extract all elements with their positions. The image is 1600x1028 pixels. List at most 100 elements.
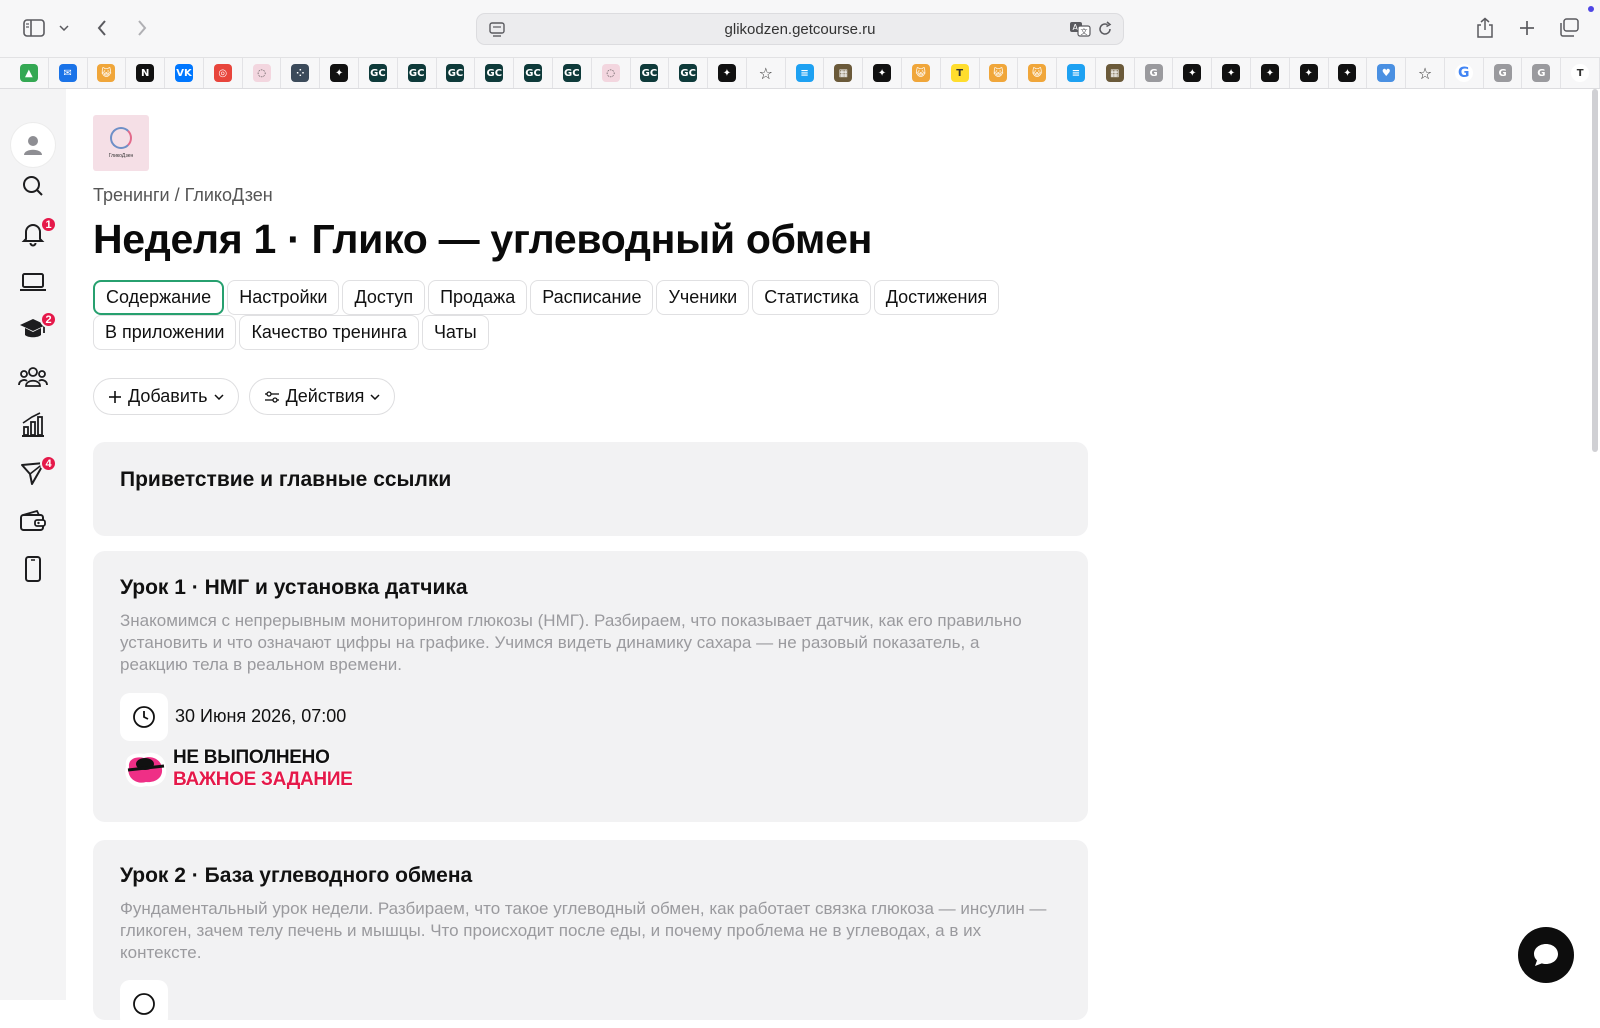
reload-icon[interactable]	[1097, 21, 1113, 42]
lesson-title[interactable]: Урок 1 · НМГ и установка датчика	[120, 576, 468, 600]
tab-item[interactable]: Ученики	[656, 280, 750, 315]
chevron-down-icon	[214, 393, 224, 400]
notification-badge: 1	[40, 216, 57, 233]
chat-button[interactable]	[1518, 927, 1574, 983]
lesson-card[interactable]: Урок 2 · База углеводного обмена Фундаме…	[93, 840, 1088, 1028]
bookmark-item[interactable]: ▦	[1096, 58, 1135, 88]
tab-item[interactable]: Содержание	[93, 280, 225, 315]
bookmark-item[interactable]: ☆	[747, 58, 786, 88]
lesson-title[interactable]: Урок 2 · База углеводного обмена	[120, 864, 472, 888]
add-button[interactable]: Добавить	[93, 378, 239, 415]
lesson-card-welcome[interactable]: Приветствие и главные ссылки	[93, 442, 1088, 536]
avatar[interactable]	[11, 123, 55, 167]
bookmark-item[interactable]: ☆	[1406, 58, 1445, 88]
bookmark-item[interactable]: N	[126, 58, 166, 88]
sidebar-item-search[interactable]	[13, 168, 53, 208]
bookmark-item[interactable]: ◎	[204, 58, 243, 88]
bookmarks-bar: ▲ ✉ 😺 N VK ◎ ◌ ⁘ ✦ GC GC GC GC GC GC ◌ GC GC ✦ ☆ ≡ ▦ ✦ 😺 T 😺 😺 ≡ ▦ G ✦…	[0, 57, 1600, 89]
share-icon[interactable]	[1475, 14, 1495, 42]
bookmark-item[interactable]: GC	[514, 58, 553, 88]
bookmark-item[interactable]: ⁘	[281, 58, 321, 88]
back-icon[interactable]	[94, 14, 110, 42]
school-logo[interactable]: ГликоДзен	[93, 115, 149, 171]
svg-text:文: 文	[1081, 27, 1088, 36]
sidebar-item-bell[interactable]: 1	[13, 216, 57, 256]
bookmark-item[interactable]: ▲	[10, 58, 49, 88]
bookmark-item[interactable]: GC	[359, 58, 398, 88]
bookmark-item[interactable]: ✦	[708, 58, 747, 88]
bookmark-item[interactable]: G	[1135, 58, 1174, 88]
tab-item[interactable]: Настройки	[227, 280, 340, 315]
new-tab-icon[interactable]	[1517, 14, 1537, 42]
tab-item[interactable]: Расписание	[530, 280, 654, 315]
bookmark-item[interactable]: VK	[165, 58, 204, 88]
bookmark-item[interactable]: ▦	[824, 58, 864, 88]
bookmark-item[interactable]: GC	[669, 58, 709, 88]
address-bar[interactable]: glikodzen.getcourse.ru A文	[476, 13, 1124, 45]
tab-item[interactable]: Продажа	[428, 280, 528, 315]
tab-item[interactable]: В приложении	[93, 315, 237, 350]
getcourse-icon: GC	[407, 64, 426, 82]
breadcrumb-root[interactable]: Тренинги	[93, 185, 170, 205]
sidebar-toggle-icon[interactable]	[22, 14, 46, 42]
bookmark-item[interactable]: ✉	[49, 58, 88, 88]
bookmark-item[interactable]: GC	[475, 58, 515, 88]
bookmark-item[interactable]: ✦	[1329, 58, 1368, 88]
tab-item[interactable]: Доступ	[342, 280, 426, 315]
bookmark-item[interactable]: GC	[631, 58, 670, 88]
bookmark-item[interactable]: T	[941, 58, 980, 88]
translate-icon[interactable]: A文	[1069, 21, 1091, 42]
lesson-title[interactable]: Приветствие и главные ссылки	[120, 468, 451, 492]
bookmark-item[interactable]: G	[1484, 58, 1523, 88]
notion-icon: N	[136, 64, 155, 82]
bookmark-item[interactable]: G	[1522, 58, 1562, 88]
bookmark-item[interactable]: G	[1445, 58, 1484, 88]
scrollbar[interactable]	[1592, 89, 1598, 452]
sidebar-item-graduation-cap[interactable]: 2	[13, 311, 57, 351]
site-settings-icon[interactable]	[489, 22, 505, 43]
tab-item[interactable]: Статистика	[752, 280, 871, 315]
bookmark-item[interactable]: ✦	[1173, 58, 1213, 88]
wallet-icon	[19, 509, 47, 537]
bookmark-item[interactable]: ✦	[1290, 58, 1329, 88]
url-text: glikodzen.getcourse.ru	[724, 20, 876, 38]
bookmark-item[interactable]: GC	[398, 58, 437, 88]
sidebar-item-laptop[interactable]	[13, 264, 53, 304]
heart-icon: ♥	[1377, 64, 1396, 82]
sparkle-icon: ✦	[1299, 64, 1318, 82]
bookmark-item[interactable]: ≡	[1057, 58, 1096, 88]
chevron-down-icon[interactable]	[58, 14, 70, 42]
sidebar-item-phone[interactable]	[13, 551, 53, 591]
lesson-description: Знакомимся с непрерывным мониторингом гл…	[120, 611, 1022, 674]
tab-item[interactable]: Качество тренинга	[239, 315, 419, 350]
bookmark-item[interactable]: ◌	[592, 58, 631, 88]
bookmark-item[interactable]: ✦	[863, 58, 902, 88]
bookmark-item[interactable]: ♥	[1367, 58, 1407, 88]
g-icon: G	[1144, 64, 1163, 82]
breadcrumb-current[interactable]: ГликоДзен	[185, 185, 273, 205]
sidebar-item-chart[interactable]	[13, 407, 53, 447]
tab-item[interactable]: Достижения	[873, 280, 1000, 315]
bookmark-item[interactable]: ✦	[1251, 58, 1290, 88]
bookmark-item[interactable]: 😺	[902, 58, 941, 88]
tab-item[interactable]: Чаты	[421, 315, 489, 350]
logo-ring	[110, 127, 132, 149]
bookmark-item[interactable]: 😺	[88, 58, 127, 88]
bookmark-item[interactable]: 😺	[980, 58, 1019, 88]
sidebar-item-wallet[interactable]	[13, 503, 53, 543]
sidebar-item-users[interactable]	[13, 359, 53, 399]
bookmark-item[interactable]: GC	[437, 58, 476, 88]
bookmark-item[interactable]: 😺	[1018, 58, 1058, 88]
tab-overview-icon[interactable]	[1557, 14, 1581, 42]
bookmark-item[interactable]: T	[1561, 58, 1600, 88]
sidebar-item-send[interactable]: 4	[13, 455, 57, 495]
bookmark-item[interactable]: ✦	[1212, 58, 1251, 88]
bookmark-item[interactable]: ◌	[243, 58, 282, 88]
forward-icon[interactable]	[134, 14, 150, 42]
logo-text: ГликоДзен	[108, 153, 134, 159]
actions-button[interactable]: Действия	[248, 378, 396, 415]
bookmark-item[interactable]: ✦	[320, 58, 360, 88]
bookmark-item[interactable]: ≡	[786, 58, 825, 88]
lesson-card[interactable]: Урок 1 · НМГ и установка датчика Знакоми…	[93, 551, 1088, 822]
bookmark-item[interactable]: GC	[553, 58, 592, 88]
